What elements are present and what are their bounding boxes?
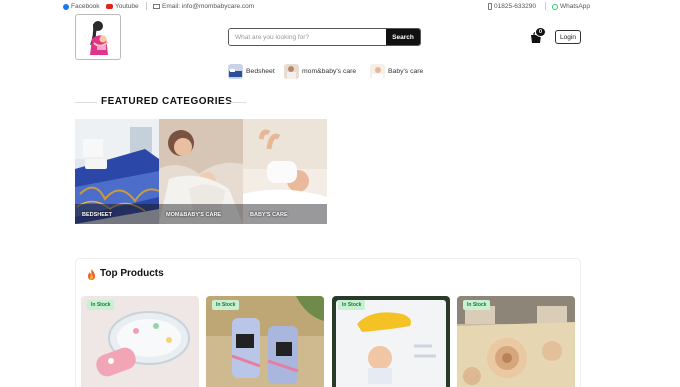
youtube-link[interactable]: Youtube — [106, 3, 139, 10]
youtube-icon — [106, 4, 113, 9]
quick-link-bedsheet[interactable]: Bedsheet — [228, 63, 275, 79]
email-link[interactable]: Email: info@mombabycare.com — [153, 3, 254, 10]
mail-icon — [153, 4, 160, 9]
quick-link-mom-baby-care[interactable]: mom&baby's care — [284, 63, 356, 79]
quick-link-label: Baby's care — [388, 67, 424, 75]
whatsapp-link[interactable]: WhatsApp — [552, 3, 590, 10]
whatsapp-icon — [552, 3, 558, 10]
product-card[interactable]: In Stock — [457, 296, 575, 387]
site-logo[interactable] — [75, 14, 121, 60]
email-label: Email: info@mombabycare.com — [162, 3, 255, 10]
facebook-link[interactable]: Facebook — [63, 3, 100, 10]
phone-link[interactable]: 01825-633290 — [488, 3, 536, 10]
login-button[interactable]: Login — [555, 30, 581, 44]
top-bar: Facebook Youtube Email: info@mombabycare… — [0, 0, 680, 13]
search-button[interactable]: Search — [386, 29, 420, 45]
mom-baby-image — [159, 119, 243, 224]
product-card[interactable]: In Stock — [332, 296, 450, 387]
facebook-icon — [63, 3, 69, 10]
phone-label: 01825-633290 — [494, 3, 536, 10]
youtube-label: Youtube — [115, 3, 139, 10]
in-stock-badge: In Stock — [338, 300, 366, 310]
divider — [545, 2, 546, 10]
quick-link-label: mom&baby's care — [302, 67, 357, 75]
fire-icon — [87, 267, 96, 280]
in-stock-badge: In Stock — [87, 300, 115, 310]
category-label: BABY'S CARE — [250, 212, 288, 218]
quick-link-baby-care[interactable]: Baby's care — [370, 63, 423, 79]
top-products-title: Top Products — [100, 268, 164, 279]
cart-count-badge: 0 — [535, 27, 546, 37]
product-card[interactable]: In Stock — [206, 296, 324, 387]
facebook-label: Facebook — [71, 3, 100, 10]
whatsapp-label: WhatsApp — [560, 3, 590, 10]
category-label: MOM&BABY'S CARE — [166, 212, 222, 218]
category-card-mom-baby-care[interactable]: MOM&BABY'S CARE — [159, 119, 243, 224]
search-bar: Search — [228, 28, 421, 46]
divider — [146, 2, 147, 10]
category-card-baby-care[interactable]: BABY'S CARE — [243, 119, 327, 224]
in-stock-badge: In Stock — [212, 300, 240, 310]
quick-link-label: Bedsheet — [246, 67, 275, 75]
category-card-bedsheet[interactable]: BEDSHEET — [75, 119, 159, 224]
bedsheet-image — [75, 119, 159, 224]
product-card[interactable]: In Stock — [81, 296, 199, 387]
baby-care-thumbnail — [370, 63, 385, 79]
in-stock-badge: In Stock — [463, 300, 491, 310]
bedsheet-thumbnail — [228, 63, 243, 79]
section-rule-right — [222, 102, 246, 103]
mother-baby-logo-icon — [90, 21, 109, 55]
featured-categories-title: FEATURED CATEGORIES — [101, 96, 233, 107]
phone-icon — [488, 3, 492, 10]
section-rule-left — [75, 102, 97, 103]
mom-baby-thumbnail — [284, 63, 299, 79]
search-input[interactable] — [229, 29, 386, 45]
baby-care-image — [243, 119, 327, 224]
category-label: BEDSHEET — [82, 212, 112, 218]
